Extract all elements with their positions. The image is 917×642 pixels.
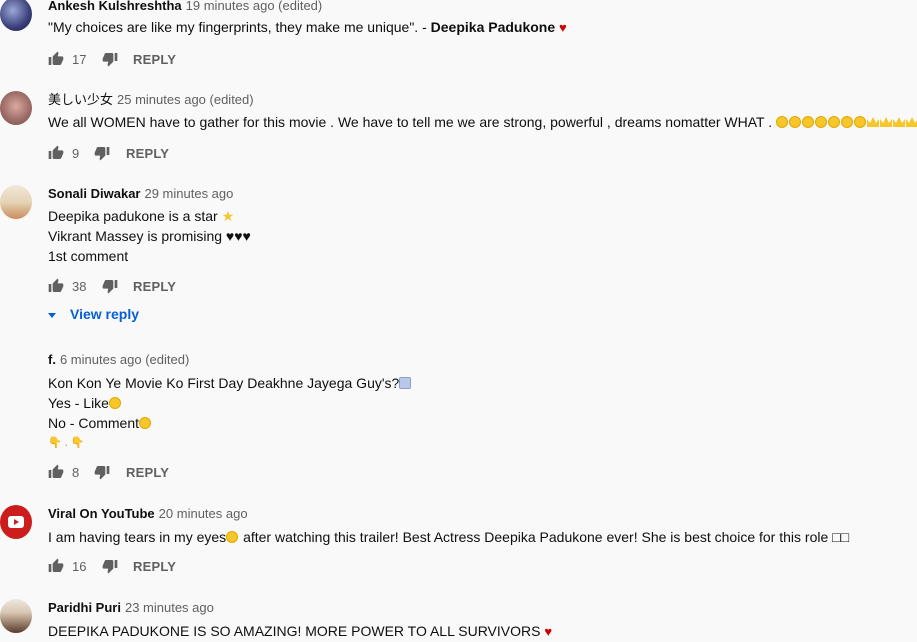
avatar[interactable] [0, 91, 32, 125]
comment-thread: Viral On YouTube 20 minutes ago I am havi… [0, 502, 917, 582]
comment-time[interactable]: 25 minutes ago (edited) [117, 92, 254, 107]
avatar[interactable] [0, 0, 32, 31]
comment-author[interactable]: Viral On YouTube [48, 506, 155, 521]
thumb-down-icon[interactable] [94, 145, 110, 161]
thumb-up-icon[interactable] [48, 278, 64, 294]
comment-thread: Ankesh Kulshreshtha 19 minutes ago (edite… [0, 0, 917, 72]
view-reply-button[interactable]: View reply [48, 306, 139, 322]
comment-text-line: 1st comment [48, 248, 129, 264]
heart-icon: ♥ [559, 20, 567, 35]
avatar[interactable] [0, 599, 32, 633]
reply-button[interactable]: REPLY [133, 52, 176, 67]
comment-author[interactable]: Paridhi Puri [48, 600, 121, 615]
comment-text-line: after watching this trailer! Best Actres… [239, 529, 850, 545]
comment-actions: 8 REPLY [48, 462, 169, 482]
crown-icon [906, 117, 917, 127]
reply-button[interactable]: REPLY [133, 279, 176, 294]
comment-thread: Sonali Diwakar 29 minutes ago Deepika pad… [0, 182, 917, 332]
comment-time[interactable]: 23 minutes ago [125, 600, 214, 615]
crown-icon [880, 117, 893, 127]
avatar[interactable] [0, 505, 32, 539]
comment-time[interactable]: 6 minutes ago (edited) [60, 352, 189, 367]
comment-author[interactable]: Sonali Diwakar [48, 186, 140, 201]
comment-text: Deepika padukone is a star ★ Vikrant Mas… [48, 206, 917, 266]
comment-header: Sonali Diwakar 29 minutes ago [48, 186, 917, 202]
smiley-icon [139, 417, 152, 429]
comment-text-line: Yes - Like [48, 395, 109, 411]
comment-text-line: Deepika padukone is a star [48, 208, 218, 224]
comment-time[interactable]: 19 minutes ago (edited) [186, 0, 323, 13]
thumb-down-icon[interactable] [102, 51, 118, 67]
comment-actions: 38 REPLY [48, 276, 176, 296]
comment-text-line: Kon Kon Ye Movie Ko First Day Deakhne Ja… [48, 375, 400, 391]
reply-button[interactable]: REPLY [133, 559, 176, 574]
comment-author[interactable]: f. [48, 352, 56, 367]
view-reply-label: View reply [70, 306, 140, 322]
comment-thread: 美しい少女 25 minutes ago (edited) We all WOME… [0, 88, 917, 168]
smiley-icon [108, 397, 121, 409]
comment-actions: 9 REPLY [48, 143, 169, 163]
reply-button[interactable]: REPLY [126, 465, 169, 480]
smiley-icon [776, 116, 789, 128]
comment-author[interactable]: 美しい少女 [48, 92, 113, 107]
comment-thread: Paridhi Puri 23 minutes ago DEEPIKA PADUK… [0, 596, 917, 641]
play-icon [8, 516, 24, 528]
thumb-up-icon[interactable] [48, 558, 64, 574]
smiley-icon [802, 116, 815, 128]
comment-time[interactable]: 29 minutes ago [144, 186, 233, 201]
comment-text-line: Vikrant Massey is promising ♥♥♥ [48, 228, 251, 244]
comment-text-line: No - Comment [48, 415, 140, 431]
crown-icon [893, 117, 906, 127]
mention-text: Deepika Padukone [430, 19, 556, 35]
comment-header: 美しい少女 25 minutes ago (edited) [48, 92, 917, 108]
like-count: 16 [72, 558, 87, 574]
comment-thread: f. 6 minutes ago (edited) Kon Kon Ye Movi… [0, 348, 917, 488]
comment-text: "My choices are like my fingerprints, th… [48, 17, 917, 38]
smiley-icon [815, 116, 828, 128]
comment-text-line: We all WOMEN have to gather for this mov… [48, 114, 773, 130]
comment-header: f. 6 minutes ago (edited) [48, 352, 917, 368]
comment-text-line: 👇 . 👇 [48, 437, 85, 449]
comment-time[interactable]: 20 minutes ago [159, 506, 248, 521]
thumb-down-icon[interactable] [102, 278, 118, 294]
comment-header: Paridhi Puri 23 minutes ago [48, 600, 917, 616]
like-count: 17 [72, 51, 87, 67]
thumb-down-icon[interactable] [102, 558, 118, 574]
thumb-down-icon[interactable] [94, 464, 110, 480]
comment-header: Viral On YouTube 20 minutes ago [48, 506, 917, 522]
person-icon [399, 377, 412, 389]
reply-button[interactable]: REPLY [126, 146, 169, 161]
comment-text-line: "My choices are like my fingerprints, th… [48, 19, 431, 35]
comment-actions: 16 REPLY [48, 556, 176, 576]
thumb-up-icon[interactable] [48, 51, 64, 67]
crown-icon [867, 117, 880, 127]
like-count: 9 [72, 145, 80, 161]
smiley-icon [226, 531, 239, 543]
comment-text: We all WOMEN have to gather for this mov… [48, 112, 917, 132]
comment-author[interactable]: Ankesh Kulshreshtha [48, 0, 182, 13]
comment-actions: 17 REPLY [48, 49, 176, 69]
comment-text: I am having tears in my eyes after watch… [48, 527, 917, 547]
comment-text: DEEPIKA PADUKONE IS SO AMAZING! MORE POW… [48, 621, 917, 642]
thumb-up-icon[interactable] [48, 464, 64, 480]
thumb-up-icon[interactable] [48, 145, 64, 161]
like-count: 8 [72, 464, 80, 480]
smiley-icon [841, 116, 854, 128]
smiley-icon [854, 116, 867, 128]
comment-text-line: I am having tears in my eyes [48, 529, 227, 545]
caret-down-icon [48, 312, 56, 318]
like-count: 38 [72, 278, 87, 294]
comment-text-line: DEEPIKA PADUKONE IS SO AMAZING! MORE POW… [48, 623, 541, 639]
avatar[interactable] [0, 185, 32, 219]
comment-text: Kon Kon Ye Movie Ko First Day Deakhne Ja… [48, 373, 917, 453]
smiley-icon [828, 116, 841, 128]
comment-header: Ankesh Kulshreshtha 19 minutes ago (edite… [48, 0, 917, 14]
smiley-icon [789, 116, 802, 128]
heart-icon: ♥ [544, 624, 553, 639]
star-icon: ★ [221, 208, 235, 224]
